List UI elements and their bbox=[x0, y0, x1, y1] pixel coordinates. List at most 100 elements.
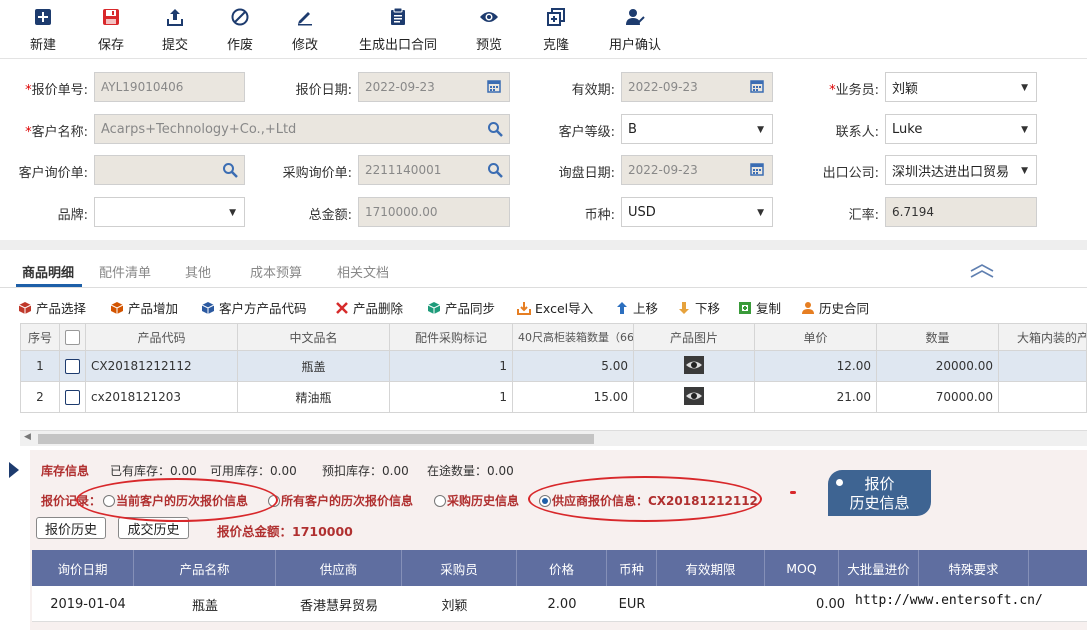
new-button[interactable]: 新建 bbox=[22, 4, 64, 54]
radio-purchase-history[interactable]: 采购历史信息 bbox=[434, 492, 519, 509]
tab-other[interactable]: 其他 bbox=[185, 262, 211, 281]
tab-parts-list[interactable]: 配件清单 bbox=[99, 262, 151, 281]
col-header-checkbox[interactable] bbox=[60, 323, 86, 351]
purchase-inquiry-field[interactable]: 2211140001 bbox=[358, 155, 510, 185]
export-company-select[interactable]: 深圳洪达进出口贸易 ▼ bbox=[885, 155, 1037, 185]
submit-button[interactable]: 提交 bbox=[154, 4, 196, 54]
collapse-chevron-icon[interactable] bbox=[968, 262, 996, 280]
row-checkbox-cell[interactable] bbox=[60, 351, 86, 382]
col-header-container-qty[interactable]: 40尺高柜装箱数量（66 bbox=[513, 323, 634, 351]
exchange-rate-field[interactable]: 6.7194 bbox=[885, 197, 1037, 227]
product-name-cell[interactable]: 瓶盖 bbox=[238, 351, 390, 382]
move-down-button[interactable]: 下移 bbox=[677, 298, 720, 317]
select-all-checkbox[interactable] bbox=[65, 329, 80, 345]
product-code-cell[interactable]: cx2018121203 bbox=[86, 382, 238, 413]
save-button[interactable]: 保存 bbox=[90, 4, 132, 54]
qcol-inquiry-date[interactable]: 询价日期 bbox=[32, 550, 134, 586]
calendar-icon[interactable] bbox=[487, 79, 503, 95]
col-header-code[interactable]: 产品代码 bbox=[86, 323, 238, 351]
col-header-qty[interactable]: 数量 bbox=[877, 323, 999, 351]
unit-price-cell[interactable]: 12.00 bbox=[755, 351, 877, 382]
search-icon[interactable] bbox=[222, 162, 238, 178]
qcol-currency[interactable]: 币种 bbox=[607, 550, 657, 586]
copy-button[interactable]: 复制 bbox=[738, 298, 781, 317]
contact-select[interactable]: Luke ▼ bbox=[885, 114, 1037, 144]
quantity-cell[interactable]: 70000.00 bbox=[877, 382, 999, 413]
radio-all-customers-history[interactable]: 所有客户的历次报价信息 bbox=[268, 492, 413, 509]
preview-button[interactable]: 预览 bbox=[468, 4, 510, 54]
search-icon[interactable] bbox=[487, 162, 503, 178]
scrollbar-thumb[interactable] bbox=[38, 434, 594, 444]
currency-select[interactable]: USD ▼ bbox=[621, 197, 773, 227]
product-name-cell[interactable]: 精油瓶 bbox=[238, 382, 390, 413]
part-mark-cell[interactable]: 1 bbox=[390, 382, 513, 413]
container-qty-cell[interactable]: 5.00 bbox=[513, 351, 634, 382]
product-delete-button[interactable]: 产品删除 bbox=[335, 298, 403, 317]
col-header-image[interactable]: 产品图片 bbox=[634, 323, 755, 351]
modify-button[interactable]: 修改 bbox=[284, 4, 326, 54]
quote-date-field[interactable]: 2022-09-23 bbox=[358, 72, 510, 102]
qcol-product-name[interactable]: 产品名称 bbox=[134, 550, 276, 586]
eye-image-icon[interactable] bbox=[684, 355, 704, 377]
eye-image-icon[interactable] bbox=[684, 386, 704, 408]
row-checkbox-cell[interactable] bbox=[60, 382, 86, 413]
table-row[interactable]: 1 CX20181212112 瓶盖 1 5.00 12.00 20000.00 bbox=[20, 351, 1087, 382]
product-select-button[interactable]: 产品选择 bbox=[18, 298, 86, 317]
col-header-price[interactable]: 单价 bbox=[755, 323, 877, 351]
container-qty-cell[interactable]: 15.00 bbox=[513, 382, 634, 413]
generate-contract-button[interactable]: 生成出口合同 bbox=[352, 4, 444, 54]
customer-grade-label: 客户等级: bbox=[558, 125, 615, 140]
inner-carton-cell[interactable] bbox=[999, 382, 1087, 413]
qcol-special-req[interactable]: 特殊要求 bbox=[919, 550, 1029, 586]
product-image-cell[interactable] bbox=[634, 351, 755, 382]
customer-inquiry-field[interactable] bbox=[94, 155, 245, 185]
part-mark-cell[interactable]: 1 bbox=[390, 351, 513, 382]
calendar-icon[interactable] bbox=[750, 162, 766, 178]
history-contract-button[interactable]: 历史合同 bbox=[801, 298, 869, 317]
col-header-no[interactable]: 序号 bbox=[20, 323, 60, 351]
tab-product-details[interactable]: 商品明细 bbox=[22, 262, 74, 281]
valid-date-field[interactable]: 2022-09-23 bbox=[621, 72, 773, 102]
brand-select[interactable]: ▼ bbox=[94, 197, 245, 227]
col-header-inner-carton[interactable]: 大箱内装的产 bbox=[999, 323, 1087, 351]
qcol-price[interactable]: 价格 bbox=[517, 550, 607, 586]
calendar-icon[interactable] bbox=[750, 79, 766, 95]
horizontal-scrollbar[interactable]: ◀ bbox=[20, 430, 1087, 446]
search-icon[interactable] bbox=[487, 121, 503, 137]
product-image-cell[interactable] bbox=[634, 382, 755, 413]
customer-product-code-button[interactable]: 客户方产品代码 bbox=[201, 298, 307, 317]
qcol-buyer[interactable]: 采购员 bbox=[402, 550, 517, 586]
radio-button[interactable] bbox=[434, 494, 446, 507]
quantity-cell[interactable]: 20000.00 bbox=[877, 351, 999, 382]
row-checkbox[interactable] bbox=[65, 358, 80, 374]
product-add-button[interactable]: 产品增加 bbox=[110, 298, 178, 317]
inner-carton-cell[interactable] bbox=[999, 351, 1087, 382]
product-sync-button[interactable]: 产品同步 bbox=[427, 298, 495, 317]
clone-button[interactable]: 克隆 bbox=[535, 4, 577, 54]
qcol-supplier[interactable]: 供应商 bbox=[276, 550, 402, 586]
tab-related-docs[interactable]: 相关文档 bbox=[337, 262, 389, 281]
tab-cost-budget[interactable]: 成本预算 bbox=[250, 262, 302, 281]
user-confirm-button[interactable]: 用户确认 bbox=[605, 4, 665, 54]
quote-no-field[interactable]: AYL19010406 bbox=[94, 72, 245, 102]
void-button[interactable]: 作废 bbox=[219, 4, 261, 54]
move-up-button[interactable]: 上移 bbox=[615, 298, 658, 317]
modify-button-label: 修改 bbox=[291, 38, 318, 53]
scroll-left-arrow-icon[interactable]: ◀ bbox=[24, 432, 31, 442]
row-checkbox[interactable] bbox=[65, 389, 80, 405]
salesman-select[interactable]: 刘颖 ▼ bbox=[885, 72, 1037, 102]
col-header-name[interactable]: 中文品名 bbox=[238, 323, 390, 351]
customer-grade-select[interactable]: B ▼ bbox=[621, 114, 773, 144]
unit-price-cell[interactable]: 21.00 bbox=[755, 382, 877, 413]
quote-history-button[interactable]: 报价历史 bbox=[36, 517, 106, 539]
inquiry-date-field[interactable]: 2022-09-23 bbox=[621, 155, 773, 185]
qcol-valid-period[interactable]: 有效期限 bbox=[657, 550, 765, 586]
customer-name-field[interactable]: Acarps+Technology+Co.,+Ltd bbox=[94, 114, 510, 144]
product-code-cell[interactable]: CX20181212112 bbox=[86, 351, 238, 382]
qcol-bulk-price[interactable]: 大批量进价 bbox=[839, 550, 919, 586]
qcol-moq[interactable]: MOQ bbox=[765, 550, 839, 586]
table-row[interactable]: 2 cx2018121203 精油瓶 1 15.00 21.00 70000.0… bbox=[20, 382, 1087, 413]
excel-import-button[interactable]: Excel导入 bbox=[517, 298, 593, 317]
total-amount-field[interactable]: 1710000.00 bbox=[358, 197, 510, 227]
col-header-part-mark[interactable]: 配件采购标记 bbox=[390, 323, 513, 351]
